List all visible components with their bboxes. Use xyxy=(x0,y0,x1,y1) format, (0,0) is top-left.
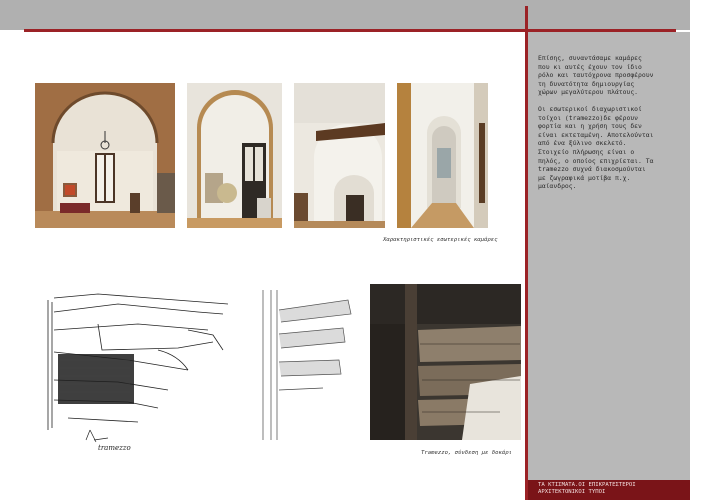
caption-tramezzo: Tramezzo, σύνδεση με δοκάρι xyxy=(421,450,512,456)
photo-arch-living-room xyxy=(35,83,175,228)
photo-arch-wooden-ceiling xyxy=(294,83,385,228)
sketch-tramezzo-wall: tramezzo xyxy=(38,290,228,455)
photo-tramezzo-detail xyxy=(370,284,521,440)
footer-title: ΤΑ ΚΤΙΣΜΑΤΑ.ΟΙ ΕΠΙΚΡΑΤΕΣΤΕΡΟΙ ΑΡΧΙΤΕΚΤΟΝ… xyxy=(538,482,636,495)
sidebar-paragraph-arches: Επίσης, συναντάσαμε καμάρες που κι αυτές… xyxy=(538,54,654,97)
sidebar-text: Επίσης, συναντάσαμε καμάρες που κι αυτές… xyxy=(538,54,674,199)
sidebar-paragraph-tramezzo: Οι εσωτερικοί διαχωριστικοί τοίχοι (tram… xyxy=(538,104,654,191)
photo-arch-corridor xyxy=(397,83,488,228)
photo-arch-hallway-door xyxy=(187,83,282,228)
caption-arches: Χαρακτηριστικές εσωτερικές καμάρες xyxy=(383,237,498,243)
vertical-accent-rule xyxy=(525,6,528,500)
sketch-tramezzo-joint xyxy=(243,290,355,440)
horizontal-accent-rule xyxy=(24,29,676,32)
sketch-annotation: tramezzo xyxy=(98,444,131,452)
top-band xyxy=(0,0,690,30)
